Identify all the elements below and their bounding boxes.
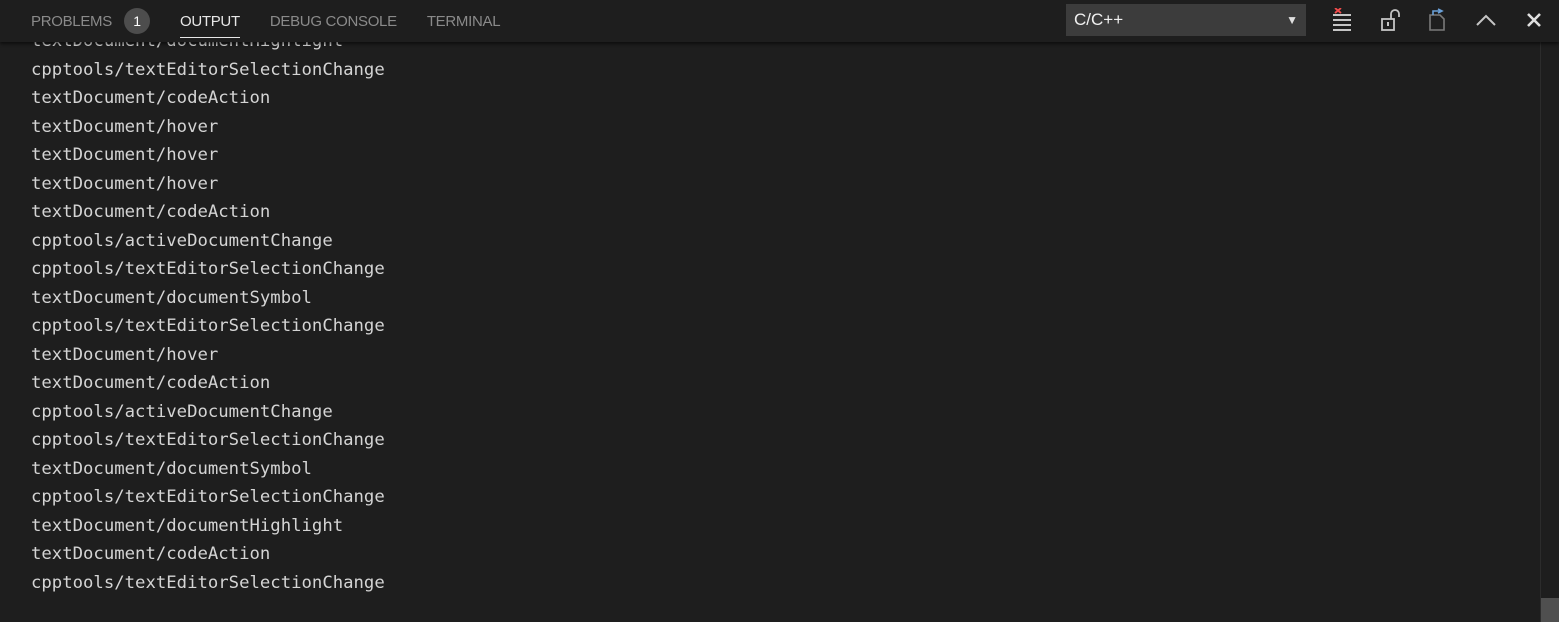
close-icon [1527, 13, 1541, 27]
output-line: textDocument/codeAction [31, 544, 271, 564]
output-content[interactable]: textDocument/documentHighlight cpptools/t… [0, 42, 1540, 622]
tab-debug-console-label: DEBUG CONSOLE [269, 12, 397, 30]
output-line: textDocument/documentHighlight [31, 515, 344, 536]
output-line: textDocument/hover [31, 145, 219, 165]
tab-output[interactable]: OUTPUT [179, 0, 240, 42]
output-channel-select[interactable]: C/C++ ▼ [1066, 4, 1306, 36]
output-line: textDocument/documentSymbol [31, 458, 312, 479]
scrollbar-thumb[interactable] [1541, 598, 1559, 622]
output-channel-value: C/C++ [1074, 10, 1124, 29]
output-line: cpptools/activeDocumentChange [31, 230, 333, 251]
panel-tabs: PROBLEMS 1 OUTPUT DEBUG CONSOLE TERMINAL [31, 0, 530, 42]
output-lines: textDocument/documentHighlight cpptools/t… [31, 42, 385, 597]
maximize-panel-button[interactable] [1472, 6, 1500, 34]
output-panel: textDocument/documentHighlight cpptools/t… [0, 0, 1559, 622]
vertical-scrollbar[interactable] [1540, 42, 1559, 622]
panel-header: PROBLEMS 1 OUTPUT DEBUG CONSOLE TERMINAL… [0, 0, 1559, 42]
tab-terminal[interactable]: TERMINAL [426, 0, 501, 42]
unlock-icon [1381, 9, 1400, 31]
open-log-file-button[interactable] [1423, 6, 1451, 34]
tab-terminal-label: TERMINAL [426, 12, 501, 30]
tab-problems[interactable]: PROBLEMS 1 [31, 0, 150, 42]
output-line: textDocument/codeAction [31, 202, 271, 222]
close-panel-button[interactable] [1520, 6, 1548, 34]
problems-count-badge: 1 [123, 8, 150, 34]
output-line: cpptools/textEditorSelectionChange [31, 430, 385, 450]
output-line: textDocument/hover [31, 173, 219, 194]
clear-output-icon [1333, 8, 1351, 31]
output-line: textDocument/documentSymbol [31, 287, 312, 308]
output-line: textDocument/codeAction [31, 88, 271, 108]
output-line: cpptools/textEditorSelectionChange [31, 316, 385, 336]
tab-output-label: OUTPUT [179, 12, 240, 30]
output-line: textDocument/codeAction [31, 373, 271, 393]
clear-output-button[interactable] [1328, 6, 1356, 34]
open-log-file-icon [1429, 8, 1445, 31]
scroll-lock-button[interactable] [1376, 6, 1404, 34]
output-line: cpptools/activeDocumentChange [31, 401, 333, 422]
dropdown-arrow-icon: ▼ [1286, 13, 1298, 27]
output-line: textDocument/hover [31, 116, 219, 137]
output-line: cpptools/textEditorSelectionChange [31, 59, 385, 80]
tab-debug-console[interactable]: DEBUG CONSOLE [270, 0, 397, 42]
output-line: cpptools/textEditorSelectionChange [31, 572, 385, 593]
chevron-up-icon [1476, 14, 1496, 26]
output-line: cpptools/textEditorSelectionChange [31, 259, 385, 279]
output-line: cpptools/textEditorSelectionChange [31, 487, 385, 507]
tab-problems-label: PROBLEMS [31, 12, 112, 30]
output-line: textDocument/hover [31, 344, 219, 365]
output-line: textDocument/documentHighlight [31, 42, 385, 56]
